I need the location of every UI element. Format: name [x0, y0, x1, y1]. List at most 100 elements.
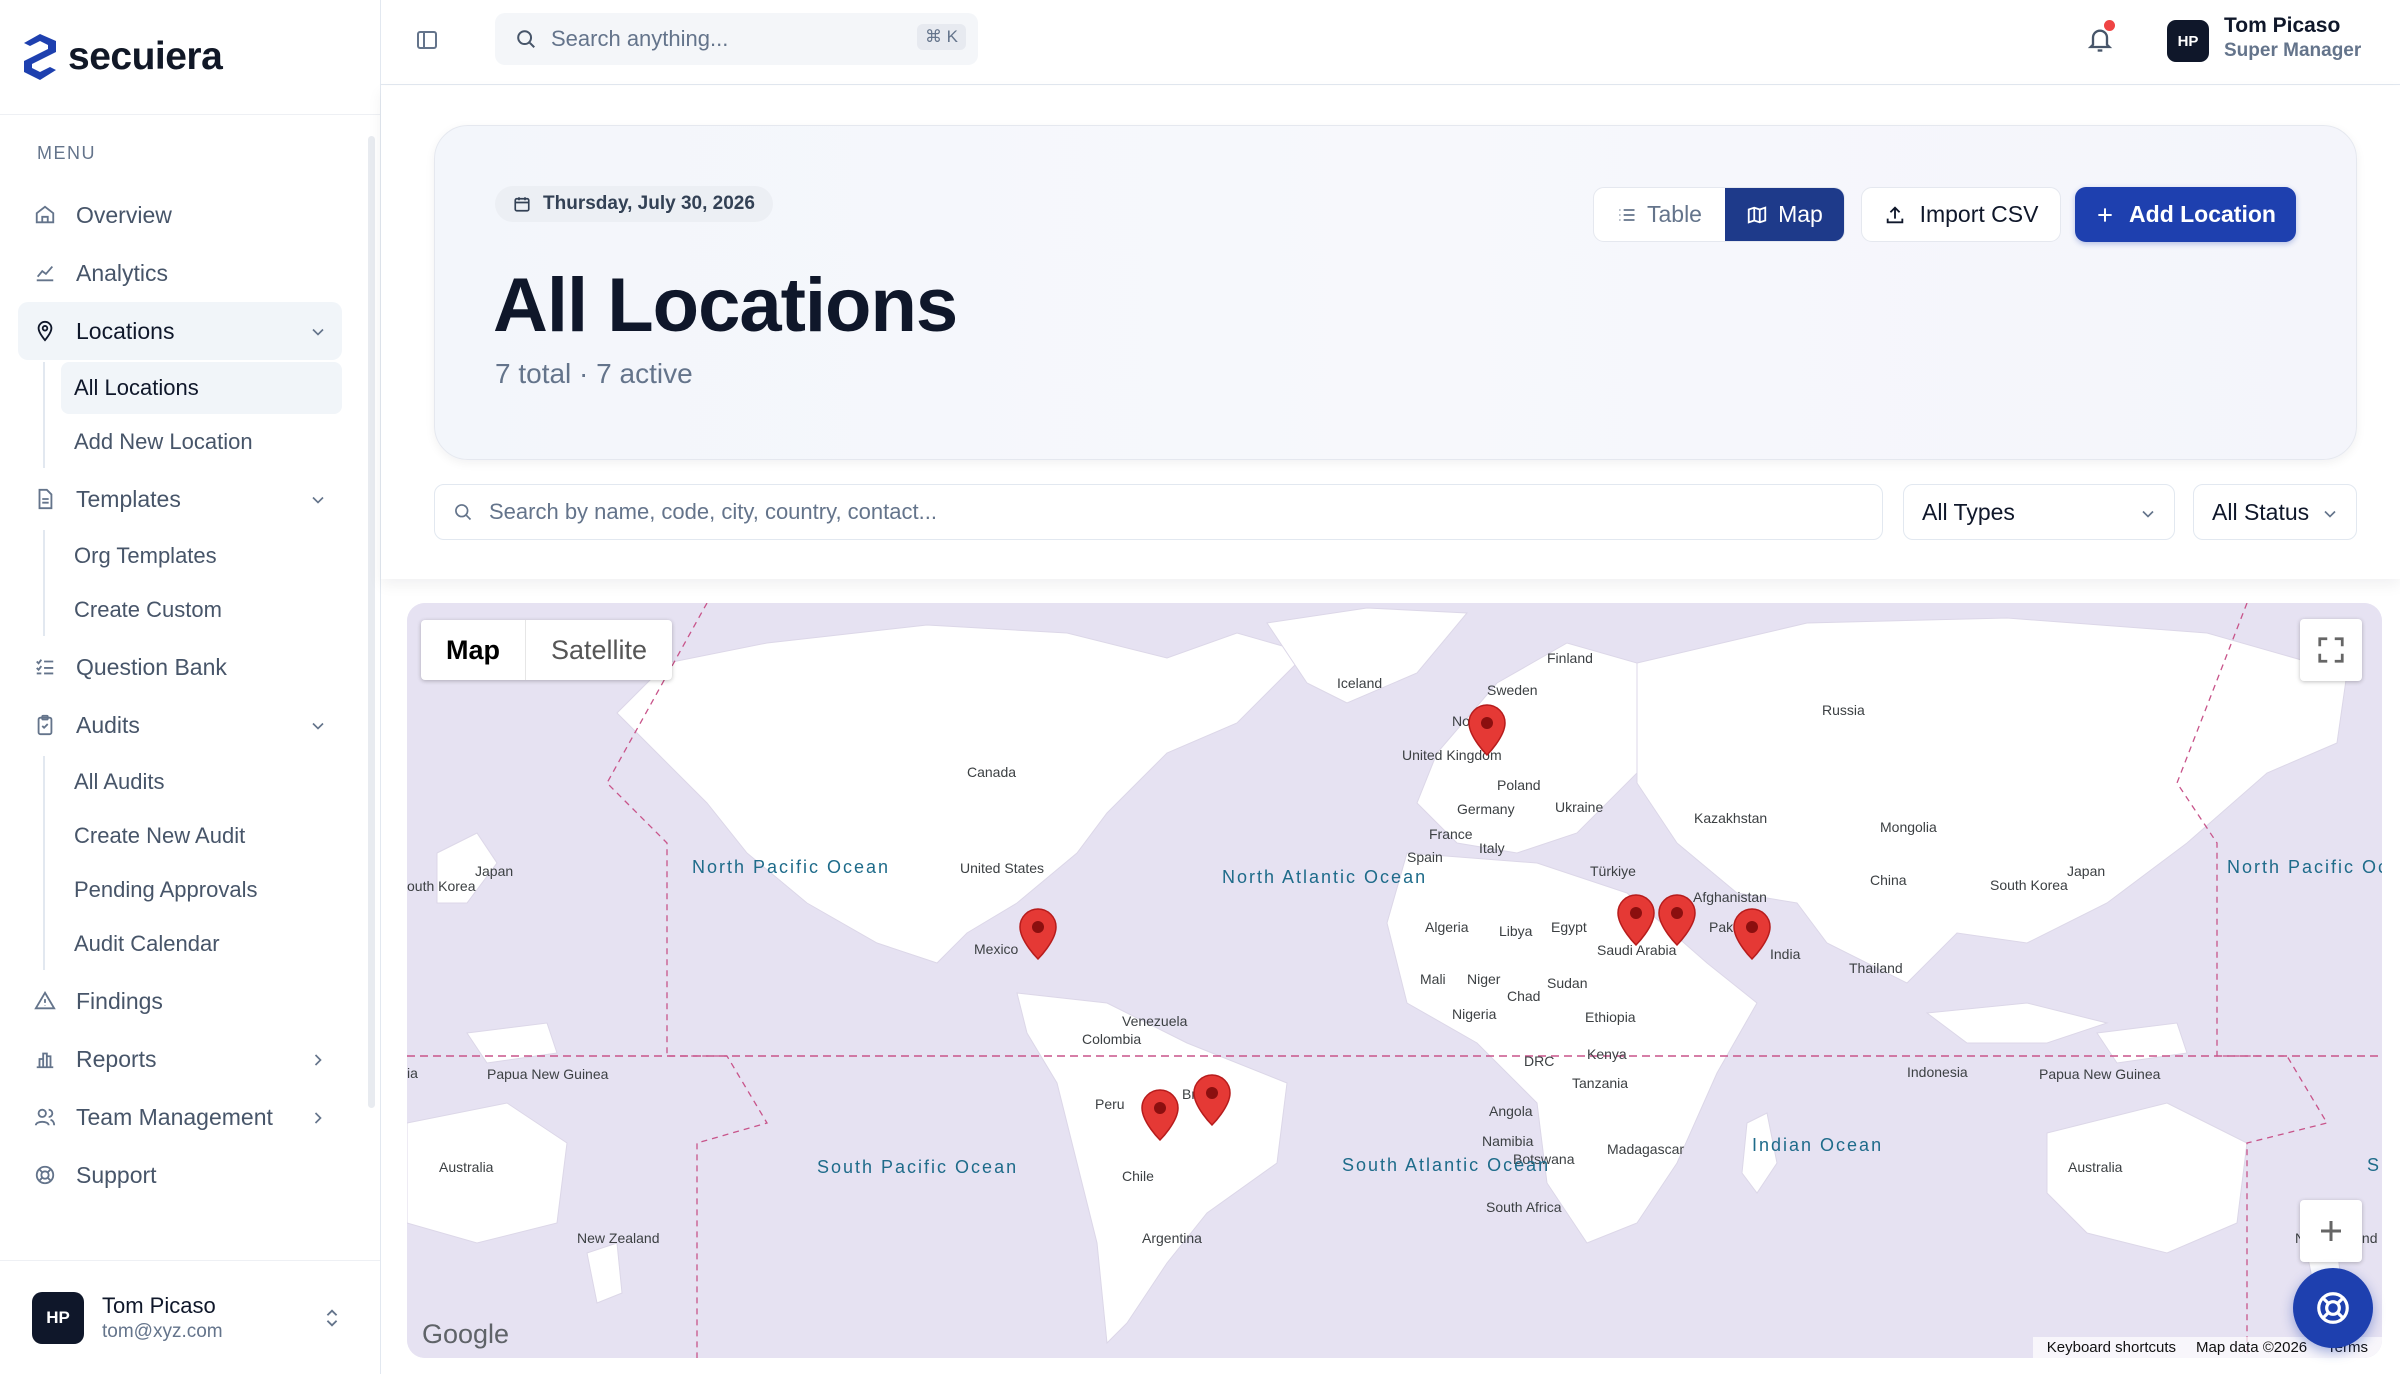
sidebar-subitem-create-custom[interactable]: Create Custom [61, 584, 342, 636]
svg-text:Australia: Australia [439, 1159, 494, 1175]
list-icon [1617, 205, 1637, 225]
svg-text:Indian Ocean: Indian Ocean [1752, 1135, 1883, 1155]
svg-text:Chile: Chile [1122, 1168, 1154, 1184]
sidebar-item-label: Team Management [76, 1103, 273, 1130]
view-table-label: Table [1646, 201, 1702, 227]
zoom-in-button[interactable] [2300, 1200, 2362, 1262]
sidebar-subitem-all-locations[interactable]: All Locations [61, 362, 342, 414]
map-type-satellite[interactable]: Satellite [526, 620, 672, 680]
map-pin-icon [32, 318, 58, 344]
map-type-control: Map Satellite [421, 620, 673, 680]
sidebar-user-menu[interactable]: HP Tom Picaso tom@xyz.com [0, 1260, 380, 1374]
svg-text:Paki: Paki [1709, 919, 1736, 935]
sidebar-item-analytics[interactable]: Analytics [18, 244, 342, 302]
sidebar-subitem-all-audits[interactable]: All Audits [61, 756, 342, 808]
type-filter-value: All Types [1922, 498, 2015, 525]
sidebar-toggle-icon[interactable] [415, 28, 439, 57]
bar-chart-icon [32, 1046, 58, 1072]
svg-text:Madagascar: Madagascar [1607, 1141, 1684, 1157]
svg-text:South Korea: South Korea [1990, 877, 2068, 893]
svg-text:Poland: Poland [1497, 777, 1541, 793]
sidebar-item-locations[interactable]: Locations [18, 302, 342, 360]
chevron-down-icon [308, 321, 328, 348]
map-type-map[interactable]: Map [421, 620, 526, 680]
location-search[interactable] [434, 484, 1883, 540]
import-csv-label: Import CSV [1919, 201, 2039, 227]
sidebar-item-findings[interactable]: Findings [18, 972, 342, 1030]
chevron-right-icon [308, 1107, 328, 1134]
global-search[interactable]: ⌘ K [495, 13, 978, 65]
svg-text:DRC: DRC [1524, 1053, 1554, 1069]
svg-text:Angola: Angola [1489, 1103, 1533, 1119]
view-table-button[interactable]: Table [1594, 188, 1725, 241]
users-icon [32, 1104, 58, 1130]
svg-text:Egypt: Egypt [1551, 919, 1587, 935]
notification-dot [2104, 20, 2115, 31]
svg-text:outh Korea: outh Korea [407, 878, 476, 894]
map-canvas[interactable]: Finland Sweden Iceland Norway Russia Uni… [407, 603, 2382, 1358]
keyboard-shortcuts-link[interactable]: Keyboard shortcuts [2047, 1339, 2176, 1356]
brand[interactable]: secuiera [0, 0, 380, 115]
view-map-label: Map [1778, 201, 1823, 227]
svg-text:S P O: S P O [2367, 1155, 2382, 1175]
sidebar-subitem-org-templates[interactable]: Org Templates [61, 530, 342, 582]
svg-text:Ukraine: Ukraine [1555, 799, 1603, 815]
chevron-down-icon [2138, 503, 2158, 530]
svg-text:Colombia: Colombia [1082, 1031, 1141, 1047]
secuiera-logo-icon [20, 32, 60, 82]
chevron-down-icon [308, 715, 328, 742]
sidebar-item-overview[interactable]: Overview [18, 186, 342, 244]
sidebar-item-templates[interactable]: Templates [18, 470, 342, 528]
sidebar-item-reports[interactable]: Reports [18, 1030, 342, 1088]
sidebar-subitem-audit-calendar[interactable]: Audit Calendar [61, 918, 342, 970]
global-search-input[interactable] [551, 26, 891, 52]
avatar[interactable]: HP [2167, 20, 2209, 62]
svg-text:Kazakhstan: Kazakhstan [1694, 810, 1767, 826]
import-csv-button[interactable]: Import CSV [1861, 187, 2061, 242]
upload-icon [1884, 204, 1906, 226]
brand-name: secuiera [68, 35, 223, 78]
svg-text:Papua New Guinea: Papua New Guinea [487, 1066, 609, 1082]
user-role: Super Manager [2224, 40, 2362, 61]
svg-text:Sudan: Sudan [1547, 975, 1587, 991]
svg-text:Thailand: Thailand [1849, 960, 1903, 976]
sidebar-item-audits[interactable]: Audits [18, 696, 342, 754]
sidebar-nav: Overview Analytics Locations All Locatio… [18, 186, 342, 1204]
alert-triangle-icon [32, 988, 58, 1014]
sidebar-subitem-add-new-location[interactable]: Add New Location [61, 416, 342, 468]
sidebar-subitem-pending-approvals[interactable]: Pending Approvals [61, 864, 342, 916]
sidebar-item-label: Templates [76, 485, 181, 512]
svg-text:Germany: Germany [1457, 801, 1515, 817]
plus-icon [2095, 205, 2115, 225]
map-icon [1746, 204, 1768, 226]
sidebar-item-label: Analytics [76, 259, 169, 286]
locations-map[interactable]: Finland Sweden Iceland Norway Russia Uni… [407, 603, 2382, 1358]
sidebar-item-question-bank[interactable]: Question Bank [18, 638, 342, 696]
fullscreen-button[interactable] [2300, 619, 2362, 681]
sidebar-item-label: Reports [76, 1045, 157, 1072]
status-filter-select[interactable]: All Status [2193, 484, 2357, 540]
view-map-button[interactable]: Map [1724, 188, 1844, 241]
svg-text:New Zealand: New Zealand [577, 1230, 660, 1246]
sidebar-item-team-management[interactable]: Team Management [18, 1088, 342, 1146]
google-logo: Google [422, 1319, 510, 1349]
view-toggle: Table Map [1593, 187, 1845, 242]
sidebar-item-label: Support [76, 1161, 157, 1188]
add-location-button[interactable]: Add Location [2075, 187, 2296, 242]
sidebar-subitem-create-new-audit[interactable]: Create New Audit [61, 810, 342, 862]
location-search-input[interactable] [489, 499, 1789, 525]
file-text-icon [32, 486, 58, 512]
avatar: HP [32, 1291, 84, 1344]
svg-text:Argentina: Argentina [1142, 1230, 1202, 1246]
user-email: tom@xyz.com [102, 1320, 223, 1342]
help-button[interactable] [2293, 1268, 2373, 1348]
type-filter-select[interactable]: All Types [1903, 484, 2175, 540]
sidebar-item-label: Question Bank [76, 653, 227, 680]
topbar-user[interactable]: Tom Picaso Super Manager [2224, 14, 2361, 62]
svg-text:Mongolia: Mongolia [1880, 819, 1937, 835]
svg-text:Papua New Guinea: Papua New Guinea [2039, 1066, 2161, 1082]
sidebar-item-support[interactable]: Support [18, 1146, 342, 1204]
sidebar-scrollbar[interactable] [368, 136, 375, 1108]
audits-submenu: All Audits Create New Audit Pending Appr… [43, 756, 342, 970]
svg-text:Indonesia: Indonesia [1907, 1064, 1968, 1080]
